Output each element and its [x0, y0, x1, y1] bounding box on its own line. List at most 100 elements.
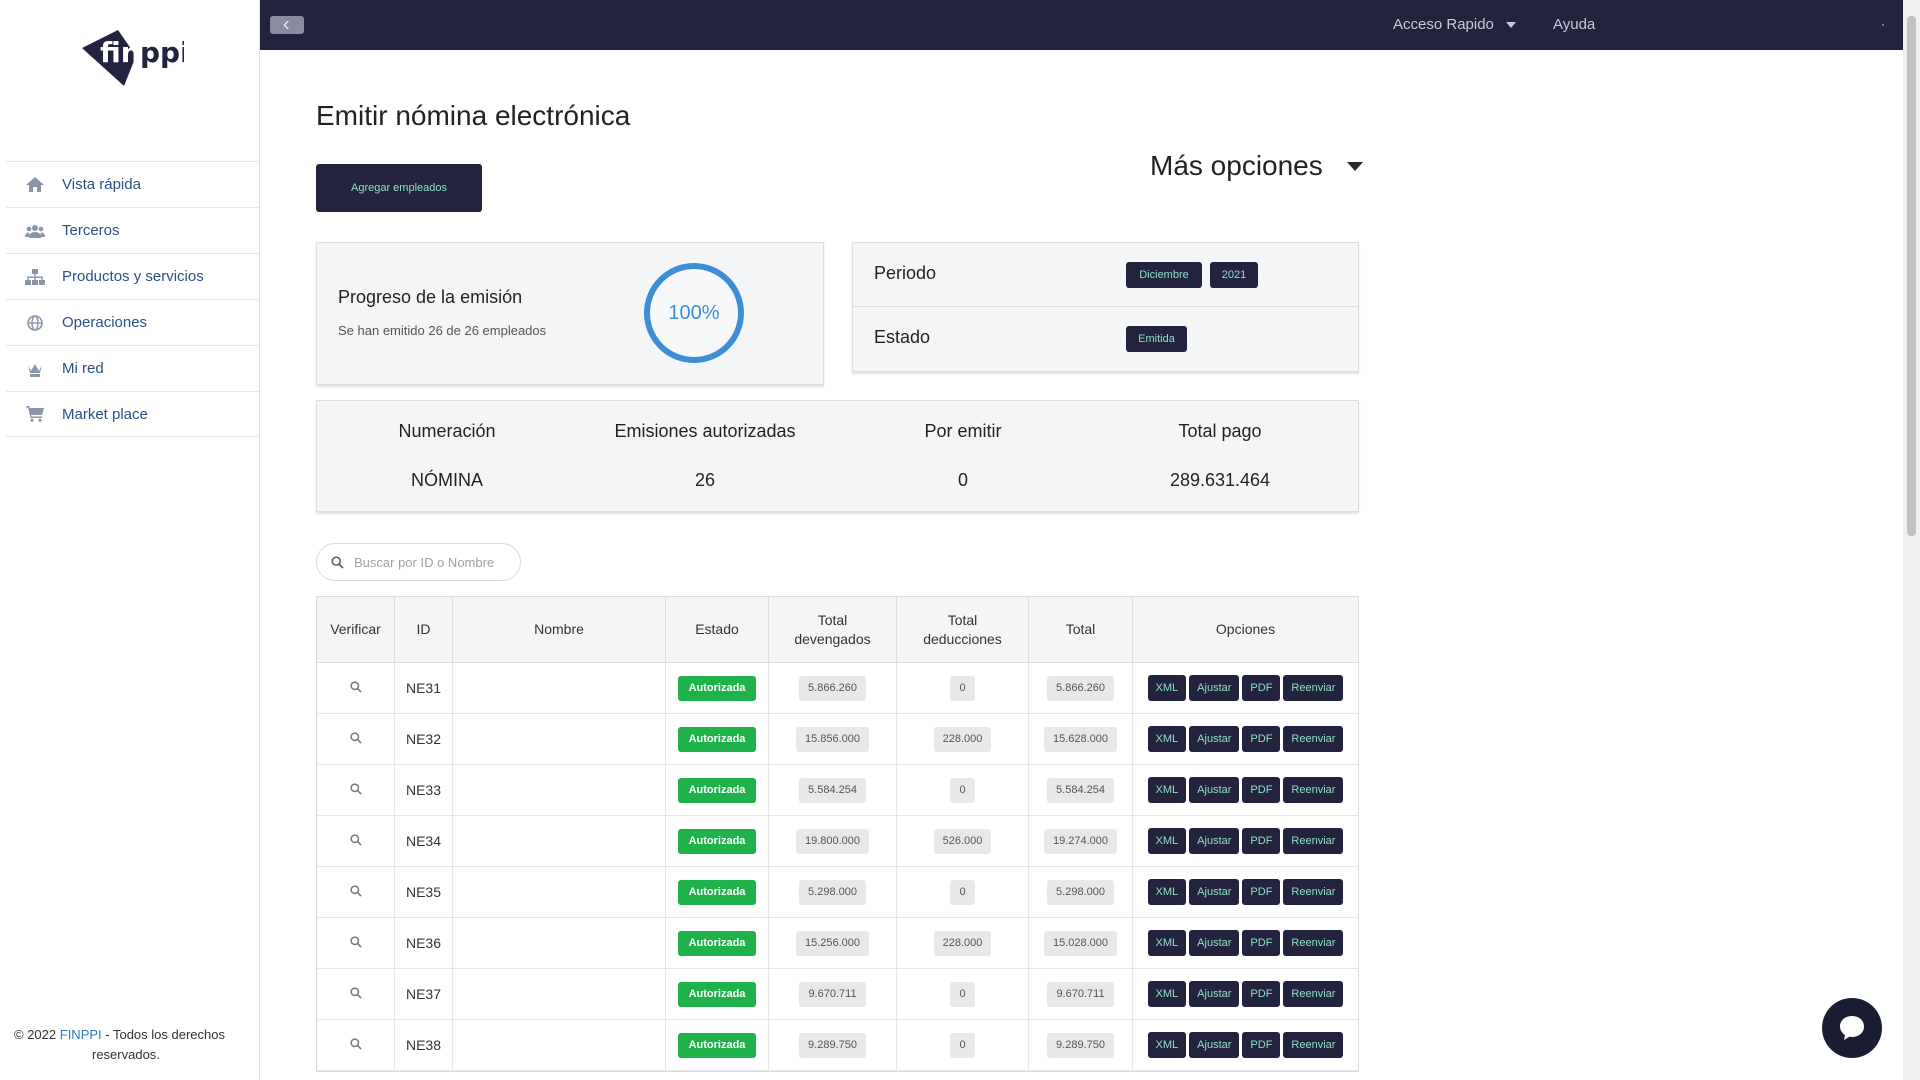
pdf-button[interactable]: PDF — [1242, 879, 1281, 905]
table-row: NE38 Autorizada 9.289.750 0 9.289.750 XML Ajus… — [317, 1020, 1358, 1071]
pdf-button[interactable]: PDF — [1242, 828, 1281, 854]
header-total: Total — [1029, 597, 1133, 662]
name-cell — [453, 1020, 666, 1070]
authorized-badge: Autorizada — [677, 981, 757, 1007]
pdf-button[interactable]: PDF — [1242, 777, 1281, 803]
total-value: 5.584.254 — [1047, 777, 1114, 803]
xml-button[interactable]: XML — [1147, 879, 1187, 905]
xml-button[interactable]: XML — [1147, 828, 1187, 854]
deducciones-value: 0 — [950, 1032, 975, 1058]
table-row: NE31 Autorizada 5.866.260 0 5.866.260 XML Ajus… — [317, 663, 1358, 714]
adjust-button[interactable]: Ajustar — [1189, 828, 1240, 854]
sidebar-item-productos-servicios[interactable]: Productos y servicios — [6, 253, 259, 299]
resend-button[interactable]: Reenviar — [1283, 726, 1344, 752]
adjust-button[interactable]: Ajustar — [1189, 726, 1240, 752]
devengados-cell: 15.856.000 — [769, 714, 897, 764]
options-cell: XML Ajustar PDF Reenviar — [1133, 765, 1358, 815]
pdf-button[interactable]: PDF — [1242, 675, 1281, 701]
verify-search-icon[interactable] — [349, 731, 362, 747]
verify-search-icon[interactable] — [349, 680, 362, 696]
total-value: 9.289.750 — [1047, 1032, 1114, 1058]
add-employees-button[interactable]: Agregar empleados — [316, 164, 482, 212]
sidebar-item-label: Vista rápida — [62, 176, 141, 193]
finppi-logo[interactable]: fin ppi — [78, 26, 190, 88]
resend-button[interactable]: Reenviar — [1283, 1032, 1344, 1058]
chess-queen-icon — [24, 361, 46, 377]
verify-search-icon[interactable] — [349, 833, 362, 849]
name-cell — [453, 663, 666, 713]
xml-button[interactable]: XML — [1147, 930, 1187, 956]
xml-button[interactable]: XML — [1147, 1032, 1187, 1058]
sidebar-item-operaciones[interactable]: Operaciones — [6, 299, 259, 345]
adjust-button[interactable]: Ajustar — [1189, 930, 1240, 956]
table-row: NE36 Autorizada 15.256.000 228.000 15.028.00… — [317, 918, 1358, 969]
xml-button[interactable]: XML — [1147, 726, 1187, 752]
adjust-button[interactable]: Ajustar — [1189, 675, 1240, 701]
verify-search-icon[interactable] — [349, 1037, 362, 1053]
pdf-button[interactable]: PDF — [1242, 1032, 1281, 1058]
authorized-badge: Autorizada — [677, 726, 757, 752]
verify-search-icon[interactable] — [349, 782, 362, 798]
resend-button[interactable]: Reenviar — [1283, 828, 1344, 854]
more-options-dropdown[interactable]: Más opciones — [1150, 150, 1363, 182]
resend-button[interactable]: Reenviar — [1283, 981, 1344, 1007]
table-body: NE31 Autorizada 5.866.260 0 5.866.260 XML Ajus… — [317, 663, 1358, 1071]
search-input[interactable] — [354, 554, 514, 570]
sidebar-toggle-button[interactable] — [270, 16, 304, 34]
resend-button[interactable]: Reenviar — [1283, 879, 1344, 905]
adjust-button[interactable]: Ajustar — [1189, 879, 1240, 905]
id-cell: NE36 — [395, 918, 453, 968]
sidebar-item-label: Market place — [62, 405, 148, 423]
id-cell: NE33 — [395, 765, 453, 815]
adjust-button[interactable]: Ajustar — [1189, 777, 1240, 803]
status-cell: Autorizada — [666, 918, 769, 968]
status-cell: Autorizada — [666, 969, 769, 1019]
pdf-button[interactable]: PDF — [1242, 930, 1281, 956]
deducciones-value: 228.000 — [933, 930, 992, 956]
total-cell: 9.289.750 — [1029, 1020, 1133, 1070]
sidebar-item-terceros[interactable]: Terceros — [6, 207, 259, 253]
deducciones-value: 0 — [950, 675, 975, 701]
deducciones-cell: 0 — [897, 1020, 1029, 1070]
xml-button[interactable]: XML — [1147, 981, 1187, 1007]
adjust-button[interactable]: Ajustar — [1189, 1032, 1240, 1058]
id-cell: NE32 — [395, 714, 453, 764]
chat-widget-button[interactable] — [1822, 998, 1882, 1058]
resend-button[interactable]: Reenviar — [1283, 675, 1344, 701]
resend-button[interactable]: Reenviar — [1283, 930, 1344, 956]
stat-label: Por emitir — [924, 421, 1002, 441]
verify-search-icon[interactable] — [349, 884, 362, 900]
verify-search-icon[interactable] — [349, 935, 362, 951]
pdf-button[interactable]: PDF — [1242, 981, 1281, 1007]
status-cell: Autorizada — [666, 663, 769, 713]
sidebar-item-market-place[interactable]: Market place — [6, 391, 259, 437]
devengados-cell: 9.670.711 — [769, 969, 897, 1019]
page-scrollbar[interactable] — [1903, 0, 1920, 1080]
caret-down-icon — [1346, 161, 1363, 171]
more-options-label: Más opciones — [1150, 150, 1323, 181]
total-cell: 15.028.000 — [1029, 918, 1133, 968]
svg-text:ppi: ppi — [140, 36, 184, 69]
devengados-value: 5.298.000 — [799, 879, 866, 905]
period-card: Periodo Diciembre 2021 Estado Emitida — [852, 242, 1359, 372]
xml-button[interactable]: XML — [1147, 777, 1187, 803]
help-link[interactable]: Ayuda — [1553, 16, 1595, 33]
quick-access-dropdown[interactable]: Acceso Rapido — [1393, 16, 1516, 33]
header-line: Total — [817, 611, 848, 628]
xml-button[interactable]: XML — [1147, 675, 1187, 701]
adjust-button[interactable]: Ajustar — [1189, 981, 1240, 1007]
scrollbar-thumb[interactable] — [1907, 16, 1916, 536]
header-options: Opciones — [1215, 621, 1276, 637]
pdf-button[interactable]: PDF — [1242, 726, 1281, 752]
id-cell: NE37 — [395, 969, 453, 1019]
deducciones-cell: 228.000 — [897, 918, 1029, 968]
sidebar-item-mi-red[interactable]: Mi red — [6, 345, 259, 391]
verify-search-icon[interactable] — [349, 986, 362, 1002]
copyright-year: © 2022 — [14, 1027, 57, 1042]
total-cell: 5.584.254 — [1029, 765, 1133, 815]
options-cell: XML Ajustar PDF Reenviar — [1133, 816, 1358, 866]
sidebar-item-vista-rapida[interactable]: Vista rápida — [6, 161, 259, 207]
footer-brand-link[interactable]: FINPPI — [60, 1027, 102, 1042]
resend-button[interactable]: Reenviar — [1283, 777, 1344, 803]
devengados-value: 19.800.000 — [795, 828, 870, 854]
